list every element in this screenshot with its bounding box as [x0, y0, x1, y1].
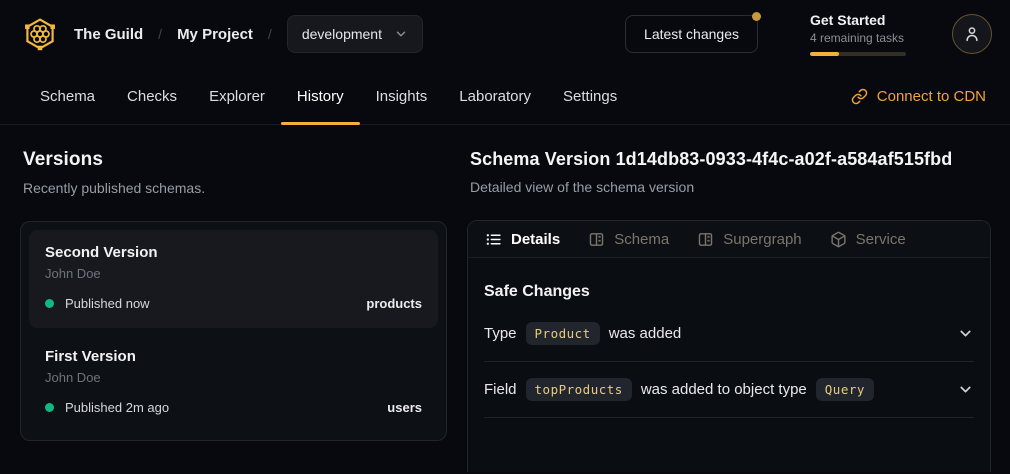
schema-version-panel: Details Schema Supergraph — [467, 220, 991, 472]
detail-tabs: Details Schema Supergraph — [468, 221, 990, 258]
version-status: Published 2m ago — [65, 400, 169, 415]
version-service: users — [387, 400, 422, 415]
guild-logo-icon[interactable] — [22, 16, 58, 52]
versions-title: Versions — [23, 149, 447, 171]
environment-select-value: development — [302, 26, 382, 42]
tab-service-label: Service — [856, 231, 906, 248]
latest-changes-button[interactable]: Latest changes — [625, 15, 758, 53]
user-icon — [963, 25, 981, 43]
versions-card: Second Version John Doe Published now pr… — [20, 221, 447, 441]
change-text: was added to object type — [641, 381, 807, 398]
get-started-title: Get Started — [810, 12, 910, 28]
tab-checks[interactable]: Checks — [111, 68, 193, 124]
change-text: was added — [609, 325, 682, 342]
versions-pane: Versions Recently published schemas. Sec… — [20, 149, 447, 474]
tab-laboratory[interactable]: Laboratory — [443, 68, 547, 124]
tab-schema-label: Schema — [614, 231, 669, 248]
tab-details-label: Details — [511, 231, 560, 248]
nav-tabs: Schema Checks Explorer History Insights … — [24, 68, 633, 124]
tab-supergraph-label: Supergraph — [723, 231, 801, 248]
get-started-widget[interactable]: Get Started 4 remaining tasks — [810, 12, 910, 56]
breadcrumb: The Guild / My Project / development — [22, 15, 423, 53]
chevron-down-icon — [394, 27, 408, 41]
tab-schema-view[interactable]: Schema — [574, 221, 683, 257]
columns-icon — [697, 231, 714, 248]
code-badge: Query — [816, 378, 874, 401]
connect-to-cdn-link[interactable]: Connect to CDN — [851, 68, 986, 124]
list-icon — [485, 231, 502, 248]
breadcrumb-separator: / — [158, 26, 162, 42]
version-list-item[interactable]: First Version John Doe Published 2m ago … — [29, 334, 438, 432]
version-author: John Doe — [45, 370, 422, 385]
version-list-item[interactable]: Second Version John Doe Published now pr… — [29, 230, 438, 328]
header-actions: Latest changes Get Started 4 remaining t… — [625, 12, 992, 56]
columns-icon — [588, 231, 605, 248]
code-badge: Product — [526, 322, 600, 345]
chevron-down-icon[interactable] — [957, 325, 974, 342]
get-started-progressbar — [810, 52, 906, 56]
safe-changes-title: Safe Changes — [484, 283, 974, 301]
version-service: products — [366, 296, 422, 311]
tab-explorer[interactable]: Explorer — [193, 68, 281, 124]
get-started-subtitle: 4 remaining tasks — [810, 31, 910, 45]
version-title: First Version — [45, 348, 422, 365]
code-badge: topProducts — [526, 378, 632, 401]
tab-schema[interactable]: Schema — [24, 68, 111, 124]
app-header: The Guild / My Project / development Lat… — [0, 0, 1010, 68]
schema-version-title: Schema Version 1d14db83-0933-4f4c-a02f-a… — [470, 149, 991, 170]
versions-subtitle: Recently published schemas. — [23, 180, 447, 196]
version-status: Published now — [65, 296, 150, 311]
latest-changes-label: Latest changes — [644, 26, 739, 42]
change-text: Field — [484, 381, 517, 398]
user-avatar-button[interactable] — [952, 14, 992, 54]
project-nav: Schema Checks Explorer History Insights … — [0, 68, 1010, 125]
version-status-row: Published 2m ago users — [45, 400, 422, 415]
breadcrumb-separator: / — [268, 26, 272, 42]
schema-version-subtitle: Detailed view of the schema version — [470, 179, 991, 195]
main-content: Versions Recently published schemas. Sec… — [0, 125, 1010, 474]
breadcrumb-project[interactable]: My Project — [177, 26, 253, 43]
tab-history[interactable]: History — [281, 68, 360, 124]
schema-version-pane: Schema Version 1d14db83-0933-4f4c-a02f-a… — [467, 149, 991, 474]
tab-service[interactable]: Service — [816, 221, 920, 257]
environment-select[interactable]: development — [287, 15, 423, 53]
version-author: John Doe — [45, 266, 422, 281]
tab-supergraph[interactable]: Supergraph — [683, 221, 815, 257]
cube-icon — [830, 231, 847, 248]
chevron-down-icon[interactable] — [957, 381, 974, 398]
change-row[interactable]: Field topProducts was added to object ty… — [484, 362, 974, 418]
breadcrumb-org[interactable]: The Guild — [74, 26, 143, 43]
change-description: Field topProducts was added to object ty… — [484, 378, 883, 401]
tab-details[interactable]: Details — [471, 221, 574, 257]
tab-settings[interactable]: Settings — [547, 68, 633, 124]
change-row[interactable]: Type Product was added — [484, 306, 974, 362]
change-description: Type Product was added — [484, 322, 681, 345]
version-status-row: Published now products — [45, 296, 422, 311]
notification-dot — [752, 12, 761, 21]
change-text: Type — [484, 325, 517, 342]
published-status-icon — [45, 299, 54, 308]
changes-section: Safe Changes Type Product was added Fiel… — [468, 283, 990, 418]
link-icon — [851, 88, 868, 105]
tab-insights[interactable]: Insights — [360, 68, 444, 124]
published-status-icon — [45, 403, 54, 412]
progress-fill — [810, 52, 839, 56]
version-title: Second Version — [45, 244, 422, 261]
connect-to-cdn-label: Connect to CDN — [877, 88, 986, 105]
